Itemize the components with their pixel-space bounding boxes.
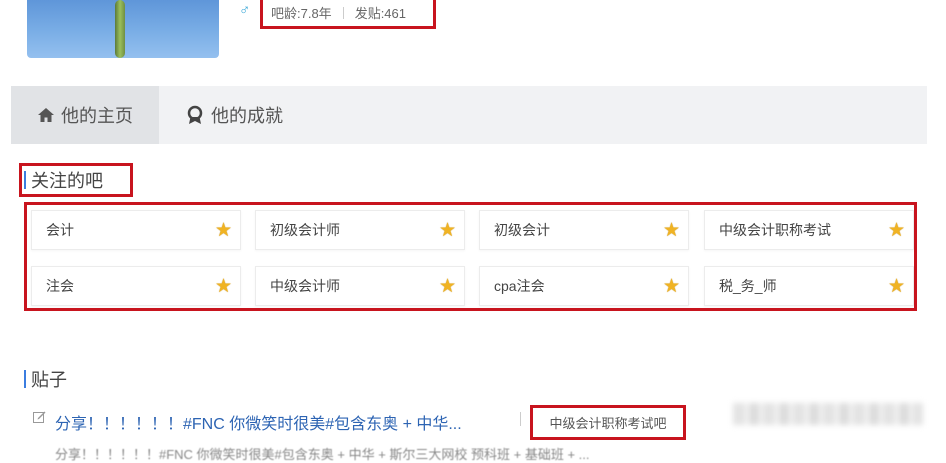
post-divider: [520, 412, 521, 426]
bar-name: 税_务_师: [719, 278, 777, 294]
bar-name: 中级会计师: [270, 278, 340, 294]
post-forum-link[interactable]: 中级会计职称考试吧: [530, 405, 686, 440]
followed-bar-item[interactable]: 税_务_师 ★: [704, 266, 914, 306]
followed-bars-title: 关注的吧: [31, 171, 103, 191]
post-title-link[interactable]: 分享！！！！！！#FNC 你微笑时很美#包含东奥 + 中华...: [55, 410, 462, 434]
bar-name: 初级会计: [494, 222, 550, 238]
followed-bar-item[interactable]: 中级会计职称考试 ★: [704, 210, 914, 250]
followed-bar-item[interactable]: 初级会计师 ★: [255, 210, 465, 250]
star-icon: ★: [214, 275, 232, 297]
star-icon: ★: [662, 275, 680, 297]
posts-header: 贴子: [24, 366, 67, 392]
followed-bars-header: 关注的吧: [19, 163, 133, 197]
tab-home-label: 他的主页: [61, 106, 133, 126]
star-icon: ★: [438, 275, 456, 297]
tab-home[interactable]: 他的主页: [11, 86, 159, 144]
followed-bars-grid: 会计 ★ 初级会计师 ★ 初级会计 ★ 中级会计职称考试 ★ 注会 ★ 中级会计师 ★ cp…: [24, 202, 917, 311]
bar-name: 中级会计职称考试: [719, 222, 831, 238]
tab-achievements-label: 他的成就: [211, 106, 283, 126]
post-count: 发贴:461: [354, 6, 406, 21]
bar-name: 初级会计师: [270, 222, 340, 238]
followed-bar-item[interactable]: 注会 ★: [31, 266, 241, 306]
followed-bar-item[interactable]: cpa注会 ★: [479, 266, 689, 306]
user-stats: 吧龄:7.8年 发贴:461: [260, 0, 436, 29]
bar-name: cpa注会: [494, 278, 545, 294]
avatar[interactable]: [27, 0, 219, 58]
star-icon: ★: [887, 219, 905, 241]
edit-icon: [33, 411, 46, 423]
post-snippet: 分享！！！！！！#FNC 你微笑时很美#包含东奥 + 中华 + 斯尔三大网校 预…: [55, 447, 590, 462]
section-accent-bar: [24, 171, 26, 189]
star-icon: ★: [214, 219, 232, 241]
bar-age: 吧龄:7.8年: [271, 6, 332, 21]
followed-bar-item[interactable]: 中级会计师 ★: [255, 266, 465, 306]
bar-name: 会计: [46, 222, 74, 238]
posts-title: 贴子: [31, 370, 67, 390]
star-icon: ★: [662, 219, 680, 241]
blurred-content: [733, 403, 923, 425]
tab-achievements[interactable]: 他的成就: [185, 86, 315, 144]
star-icon: ★: [887, 275, 905, 297]
followed-bar-item[interactable]: 初级会计 ★: [479, 210, 689, 250]
section-accent-bar: [24, 370, 26, 388]
male-icon: ♂: [239, 2, 251, 19]
followed-bar-item[interactable]: 会计 ★: [31, 210, 241, 250]
stats-divider: [342, 6, 344, 19]
medal-icon: [187, 105, 203, 124]
star-icon: ★: [438, 219, 456, 241]
profile-tab-bar: 他的主页 他的成就: [11, 86, 927, 144]
bar-name: 注会: [46, 278, 74, 294]
home-icon: [38, 108, 54, 122]
avatar-image: [115, 0, 125, 58]
